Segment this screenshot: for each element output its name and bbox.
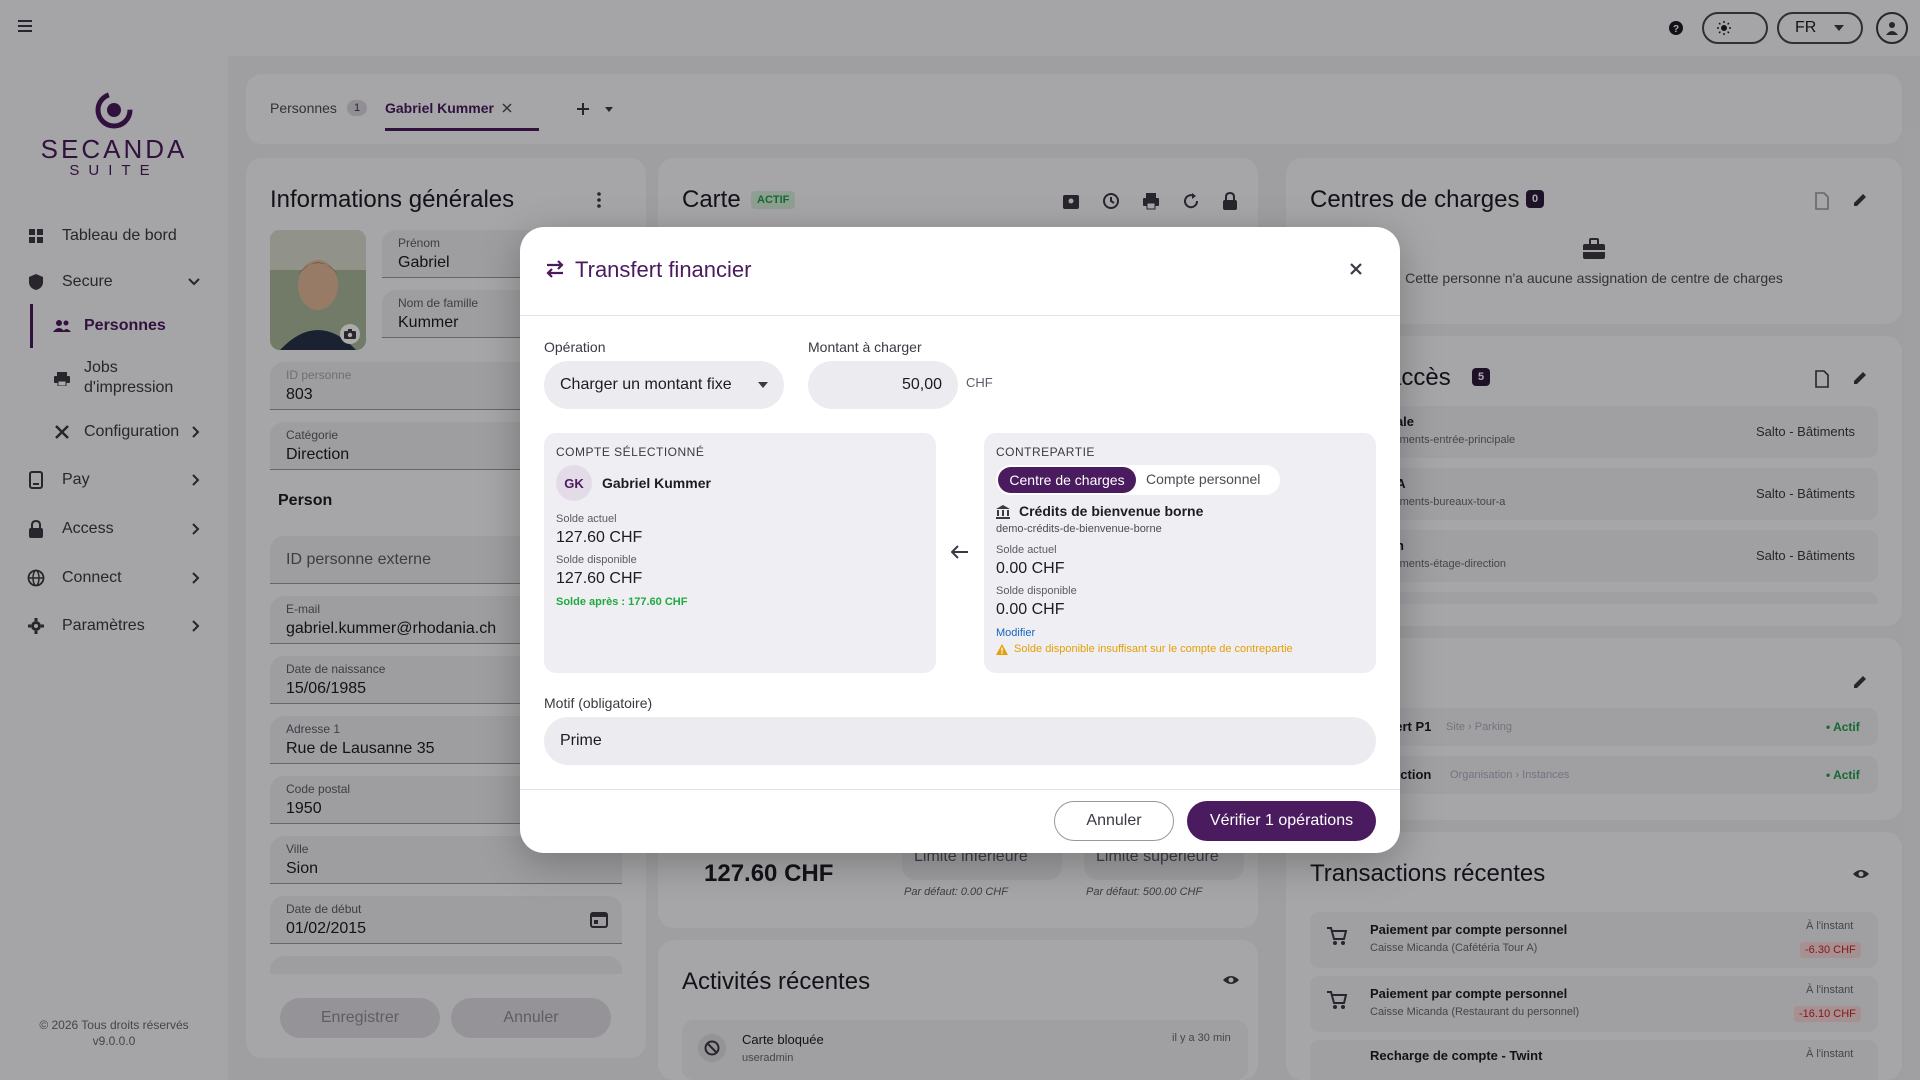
cancel-button[interactable]: Annuler bbox=[1054, 801, 1174, 841]
verify-button[interactable]: Vérifier 1 opérations bbox=[1187, 801, 1376, 841]
reason-label: Motif (obligatoire) bbox=[544, 695, 653, 711]
counterparty-panel: CONTREPARTIE Centre de charges Compte pe… bbox=[984, 433, 1376, 673]
current-balance-value: 127.60 CHF bbox=[556, 529, 643, 546]
modify-link[interactable]: Modifier bbox=[996, 627, 1035, 639]
available-balance-label: Solde disponible bbox=[556, 554, 637, 566]
counter-current-label: Solde actuel bbox=[996, 544, 1057, 556]
warning-icon bbox=[996, 643, 1008, 655]
amount-label: Montant à charger bbox=[808, 339, 922, 355]
account-name: Gabriel Kummer bbox=[602, 475, 711, 491]
available-balance-value: 127.60 CHF bbox=[556, 570, 643, 587]
divider bbox=[520, 789, 1400, 790]
counterparty-name: Crédits de bienvenue borne bbox=[1019, 503, 1204, 519]
counter-available-label: Solde disponible bbox=[996, 585, 1077, 597]
account-avatar: GK bbox=[556, 465, 592, 501]
segment-personal-account[interactable]: Compte personnel bbox=[1146, 471, 1260, 487]
operation-select[interactable]: Charger un montant fixe bbox=[544, 361, 784, 409]
input-value: 50,00 bbox=[901, 376, 942, 393]
panel-header: COMPTE SÉLECTIONNÉ bbox=[556, 445, 705, 459]
dialog-title: Transfert financier bbox=[575, 257, 752, 282]
warning-text: Solde disponible insuffisant sur le comp… bbox=[1014, 643, 1293, 655]
current-balance-label: Solde actuel bbox=[556, 513, 617, 525]
selected-account-panel: COMPTE SÉLECTIONNÉ GK Gabriel Kummer Sol… bbox=[544, 433, 936, 673]
counter-current-value: 0.00 CHF bbox=[996, 560, 1065, 577]
segment-cost-center[interactable]: Centre de charges bbox=[998, 467, 1136, 493]
close-icon[interactable] bbox=[1350, 263, 1362, 275]
counter-available-value: 0.00 CHF bbox=[996, 601, 1065, 618]
swap-icon bbox=[545, 260, 565, 278]
reason-input[interactable]: Prime bbox=[544, 717, 1376, 765]
input-value: Prime bbox=[560, 732, 602, 749]
counterparty-code: demo-crédits-de-bienvenue-borne bbox=[996, 523, 1162, 535]
select-value: Charger un montant fixe bbox=[560, 376, 732, 393]
amount-input[interactable]: 50,00 bbox=[808, 361, 958, 409]
panel-header: CONTREPARTIE bbox=[996, 445, 1095, 459]
divider bbox=[520, 315, 1400, 316]
counterparty-type-toggle: Centre de charges Compte personnel bbox=[996, 465, 1280, 495]
currency-suffix: CHF bbox=[966, 375, 993, 390]
warning-message: Solde disponible insuffisant sur le comp… bbox=[996, 643, 1293, 655]
balance-after: Solde après : 177.60 CHF bbox=[556, 596, 688, 608]
chevron-down-icon bbox=[758, 382, 768, 388]
bank-icon bbox=[996, 505, 1010, 519]
arrow-left-icon bbox=[951, 545, 969, 559]
operation-label: Opération bbox=[544, 339, 606, 355]
transfer-dialog: Transfert financier Opération Charger un… bbox=[520, 227, 1400, 853]
